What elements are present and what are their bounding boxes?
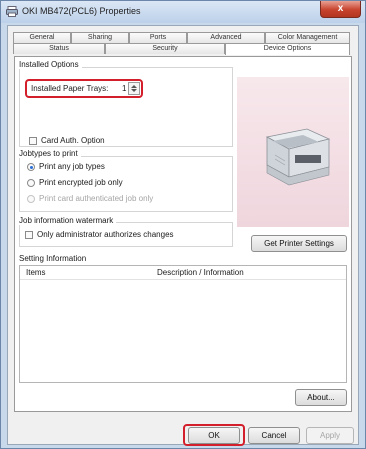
get-printer-settings-button[interactable]: Get Printer Settings [251, 235, 347, 252]
paper-trays-label: Installed Paper Trays: [31, 84, 109, 93]
radio-card-auth-only-label: Print card authenticated job only [39, 194, 154, 203]
ok-button[interactable]: OK [188, 427, 240, 444]
tab-ports[interactable]: Ports [129, 32, 187, 43]
apply-button: Apply [306, 427, 354, 444]
column-description[interactable]: Description / Information [157, 266, 244, 279]
tab-device-options[interactable]: Device Options [225, 43, 350, 55]
radio-any-job-types[interactable] [27, 163, 35, 171]
properties-dialog: OKI MB472(PCL6) Properties x General Sha… [0, 0, 366, 449]
apply-label: Apply [319, 431, 340, 440]
tab-label: Security [152, 45, 178, 52]
radio-any-job-types-label: Print any job types [39, 162, 105, 171]
watermark-label: Job information watermark [19, 216, 117, 225]
installed-options-label: Installed Options [19, 60, 82, 69]
tab-color-management[interactable]: Color Management [265, 32, 350, 43]
tab-label: Sharing [87, 34, 113, 41]
tab-label: Device Options [263, 45, 312, 52]
tab-label: Ports [149, 34, 167, 41]
tab-label: General [29, 34, 55, 41]
paper-trays-spinner[interactable] [128, 82, 140, 95]
setting-information-list[interactable]: Items Description / Information [19, 265, 347, 383]
close-icon: x [337, 3, 344, 14]
close-button[interactable]: x [320, 1, 361, 18]
tab-sharing[interactable]: Sharing [71, 32, 129, 43]
tab-general[interactable]: General [13, 32, 71, 43]
setting-information-label: Setting Information [19, 254, 87, 263]
paper-trays-value[interactable]: 1 [122, 84, 126, 93]
column-items[interactable]: Items [26, 266, 46, 279]
printer-image [265, 128, 331, 186]
cancel-label: Cancel [261, 431, 287, 440]
cancel-button[interactable]: Cancel [248, 427, 300, 444]
jobtypes-label: Jobtypes to print [19, 149, 81, 158]
ok-label: OK [208, 431, 220, 440]
get-printer-settings-label: Get Printer Settings [264, 239, 334, 248]
window-title: OKI MB472(PCL6) Properties [22, 6, 141, 16]
tab-label: Status [49, 45, 69, 52]
tab-advanced[interactable]: Advanced [187, 32, 265, 43]
only-admin-label: Only administrator authorizes changes [37, 230, 174, 239]
radio-encrypted-only-label: Print encrypted job only [39, 178, 123, 187]
radio-card-auth-only [27, 195, 35, 203]
tab-status[interactable]: Status [13, 43, 105, 54]
device-options-panel: Installed Options Installed Paper Trays:… [14, 56, 352, 412]
title-bar[interactable]: OKI MB472(PCL6) Properties x [1, 1, 365, 23]
about-label: About... [307, 393, 335, 402]
header-divider [20, 279, 346, 280]
radio-encrypted-only[interactable] [27, 179, 35, 187]
dialog-client: General Sharing Ports Advanced Color Man… [7, 25, 359, 446]
printer-icon [6, 6, 18, 17]
printer-preview [237, 77, 349, 227]
about-button[interactable]: About... [295, 389, 347, 406]
card-auth-label: Card Auth. Option [41, 136, 105, 145]
tab-label: Advanced [210, 34, 242, 41]
card-auth-checkbox[interactable] [29, 137, 37, 145]
only-admin-checkbox[interactable] [25, 231, 33, 239]
tab-security[interactable]: Security [105, 43, 225, 54]
tab-label: Color Management [277, 34, 338, 41]
spin-arrows-icon [131, 85, 137, 92]
